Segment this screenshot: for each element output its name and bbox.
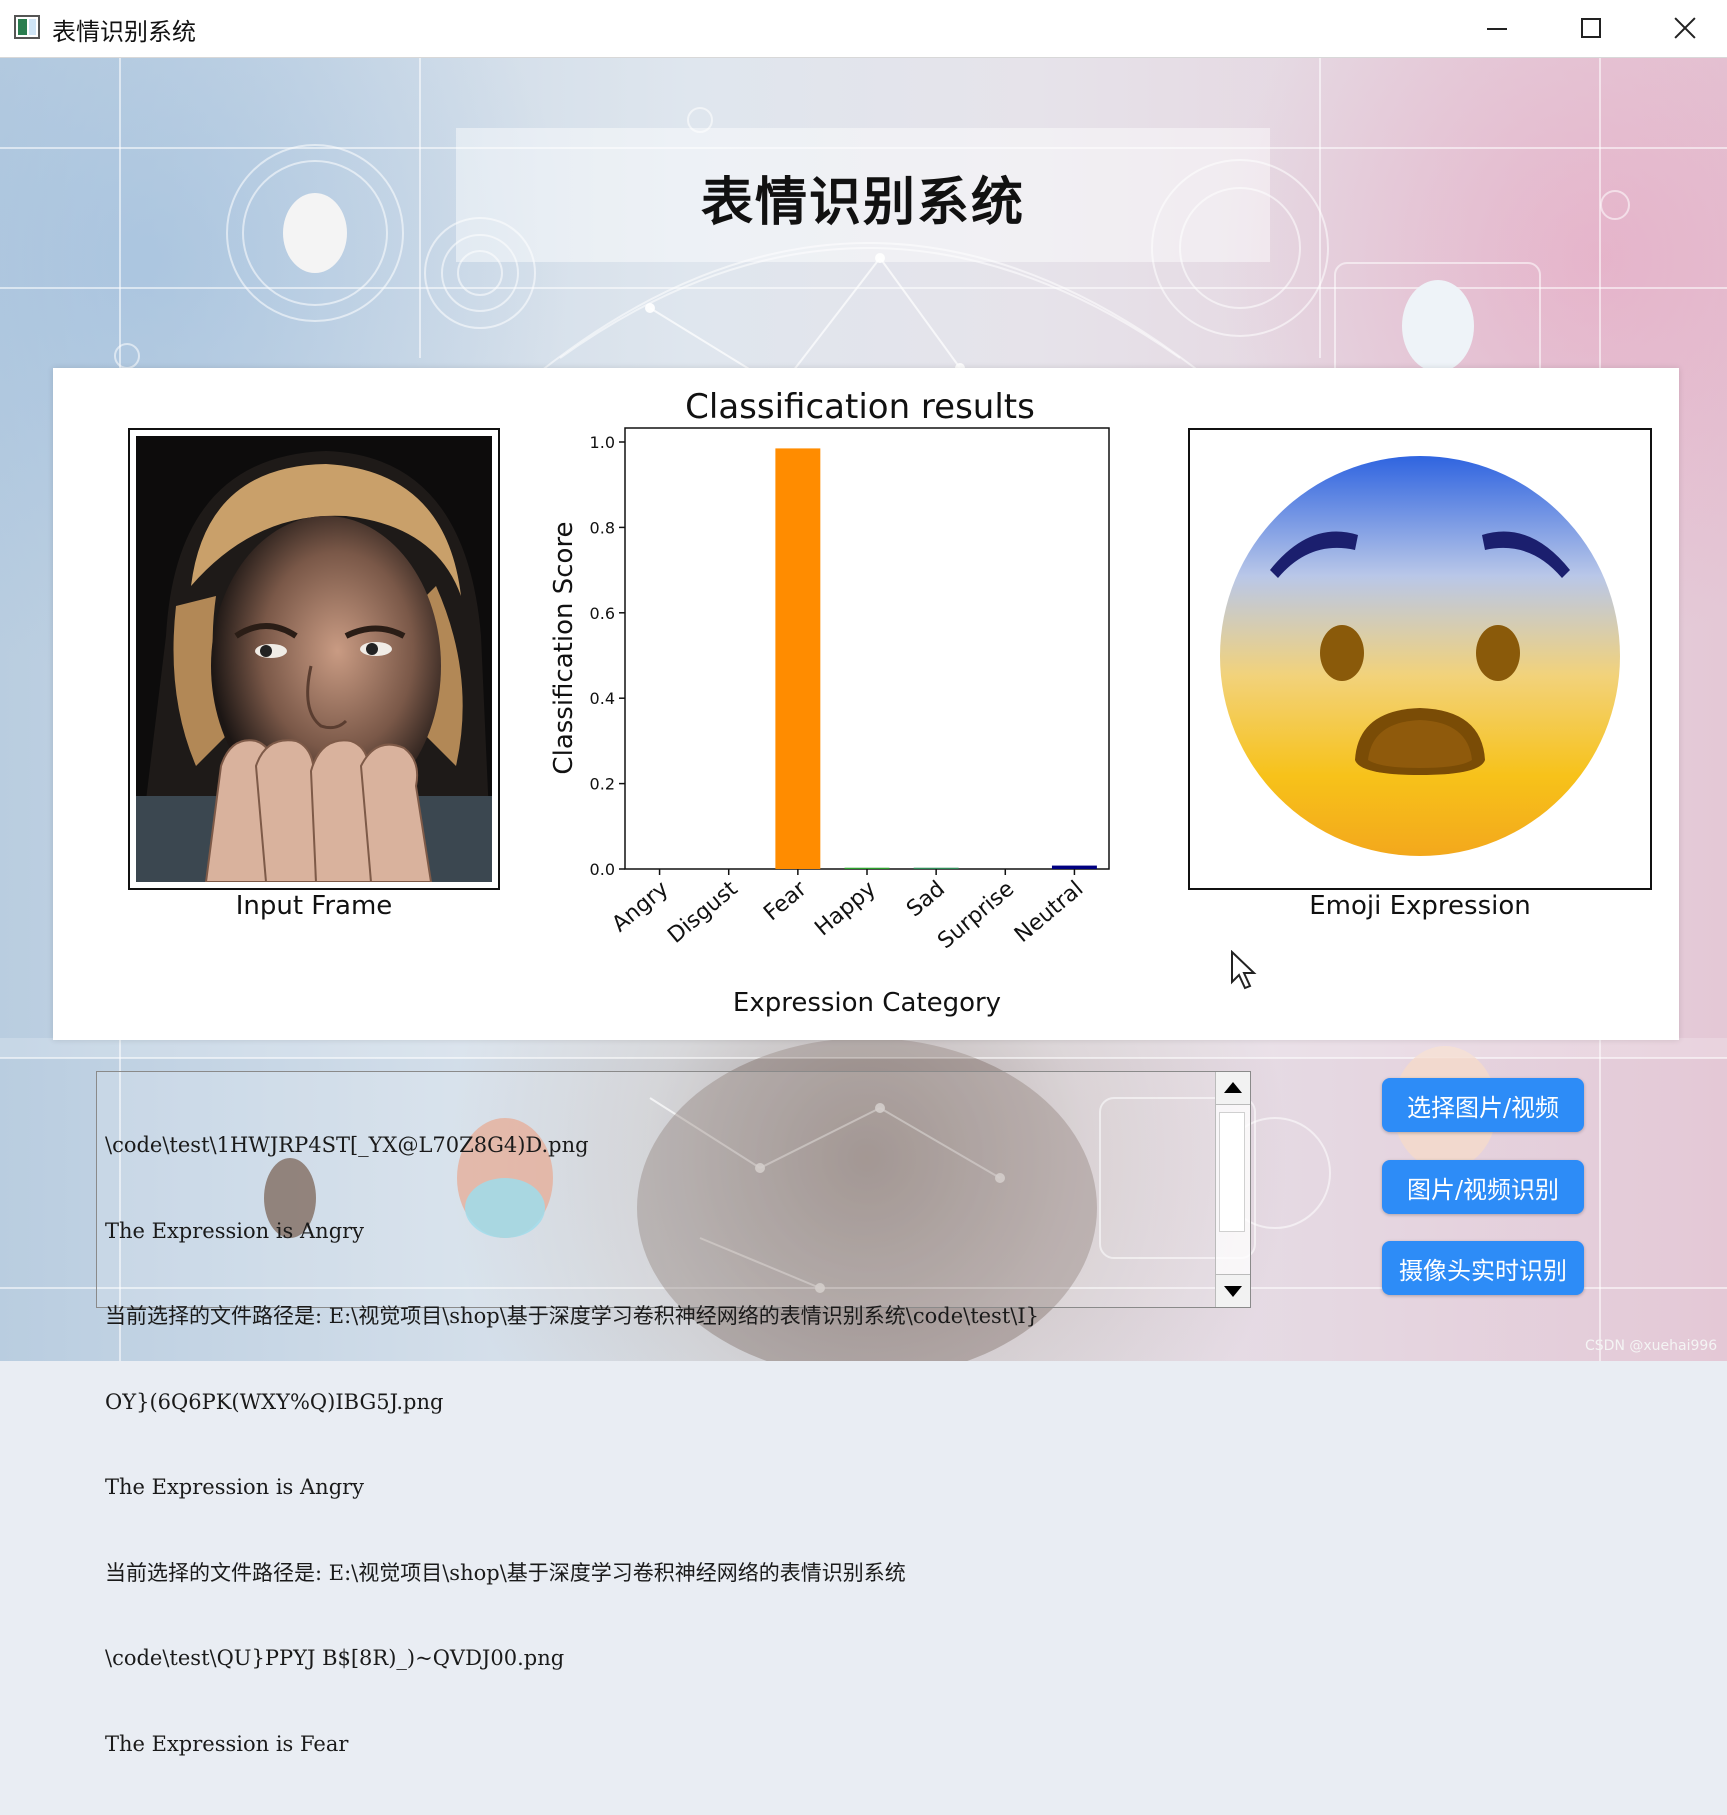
scrollbar-thumb[interactable] — [1219, 1112, 1245, 1232]
bar-sad — [913, 867, 959, 869]
window-titlebar: 表情识别系统 — [0, 0, 1727, 58]
plot-area — [624, 427, 1110, 870]
log-line: The Expression is Fear — [105, 1731, 349, 1756]
log-line: The Expression is Angry — [105, 1218, 365, 1243]
input-frame — [128, 428, 500, 890]
input-face-photo — [136, 436, 492, 882]
mouse-cursor-icon — [1231, 950, 1257, 990]
y-tick-label: 0.0 — [590, 860, 615, 879]
x-tick-label: Surprise — [933, 876, 1019, 954]
log-output-textarea[interactable]: \code\test\1HWJRP4ST[_YX@L70Z8G4)D.png T… — [96, 1071, 1251, 1756]
minimize-button[interactable] — [1449, 0, 1543, 58]
window-title: 表情识别系统 — [52, 18, 196, 46]
log-line: \code\test\1HWJRP4ST[_YX@L70Z8G4)D.png — [105, 1133, 589, 1157]
x-tick-label: Sad — [902, 876, 950, 922]
x-tick-label: Neutral — [1010, 876, 1088, 947]
log-line: 当前选择的文件路径是: E:\视觉项目\shop\基于深度学习卷积神经网络的表情… — [105, 1560, 906, 1585]
y-tick-label: 0.2 — [590, 775, 615, 794]
y-tick-label: 0.8 — [590, 518, 615, 537]
emoji-label: Emoji Expression — [1309, 891, 1531, 921]
bar-happy — [844, 867, 890, 869]
log-line: 当前选择的文件路径是: E:\视觉项目\shop\基于深度学习卷积神经网络的表情… — [105, 1304, 1040, 1328]
log-line: OY}(6Q6PK(WXY%Q)IBG5J.png — [105, 1389, 444, 1414]
emoji-frame — [1188, 428, 1652, 890]
fearful-face-emoji-icon — [1220, 456, 1620, 856]
log-line: \code\test\QU}PPYJ B$[8R)_)~QVDJ00.png — [105, 1646, 565, 1670]
x-axis-label: Expression Category — [733, 988, 1001, 1018]
maximize-button[interactable] — [1543, 0, 1637, 58]
x-tick-label: Happy — [810, 876, 880, 941]
close-button[interactable] — [1637, 0, 1727, 58]
watermark: CSDN @xuehai996 — [1585, 1338, 1718, 1354]
y-tick-label: 1.0 — [590, 433, 615, 452]
app-window-icon — [14, 15, 40, 39]
classification-chart: Classification results 0.0 0.2 0.4 0.6 0.8 1.… — [549, 387, 1110, 1018]
scroll-up-arrow-icon[interactable] — [1216, 1072, 1250, 1105]
camera-realtime-button[interactable]: 摄像头实时识别 — [1382, 1241, 1584, 1295]
log-line: The Expression is Angry — [105, 1475, 365, 1499]
x-tick-label: Fear — [759, 876, 812, 926]
recognize-file-button[interactable]: 图片/视频识别 — [1382, 1160, 1584, 1214]
bar-fear — [775, 448, 821, 869]
y-tick-label: 0.6 — [590, 604, 615, 623]
bar-neutral — [1051, 865, 1097, 869]
page-title: 表情识别系统 — [700, 173, 1025, 233]
log-scrollbar[interactable] — [1215, 1072, 1250, 1307]
x-tick-label: Disgust — [663, 876, 743, 948]
select-file-button[interactable]: 选择图片/视频 — [1382, 1078, 1584, 1132]
y-tick-label: 0.4 — [590, 689, 615, 708]
chart-title: Classification results — [685, 387, 1035, 427]
y-axis: 0.0 0.2 0.4 0.6 0.8 1.0 — [590, 433, 625, 879]
log-text: \code\test\1HWJRP4ST[_YX@L70Z8G4)D.png T… — [105, 1074, 1215, 1815]
x-axis: AngryDisgust FearHappy SadSurpriseNeutral — [608, 869, 1088, 954]
scroll-down-arrow-icon[interactable] — [1216, 1274, 1250, 1307]
input-frame-label: Input Frame — [235, 891, 393, 921]
y-axis-label: Classification Score — [549, 521, 579, 774]
